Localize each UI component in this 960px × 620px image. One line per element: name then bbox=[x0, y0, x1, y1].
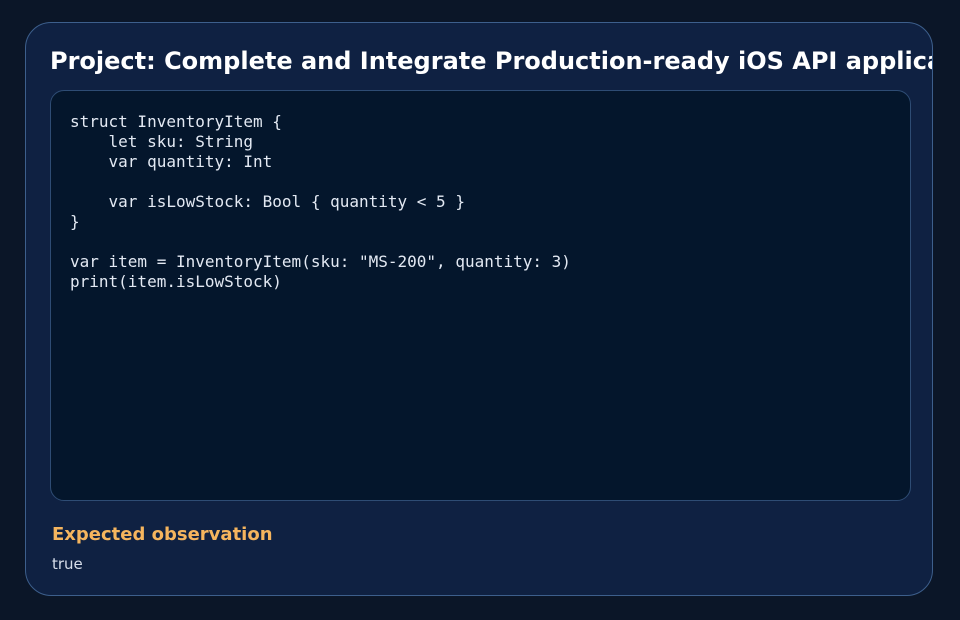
code-block: struct InventoryItem { let sku: String v… bbox=[50, 90, 911, 501]
code-text[interactable]: struct InventoryItem { let sku: String v… bbox=[70, 112, 571, 292]
card-title: Project: Complete and Integrate Producti… bbox=[50, 47, 933, 75]
observation-heading: Expected observation bbox=[52, 524, 273, 545]
exercise-card: Project: Complete and Integrate Producti… bbox=[25, 22, 933, 596]
observation-value: true bbox=[52, 555, 83, 573]
